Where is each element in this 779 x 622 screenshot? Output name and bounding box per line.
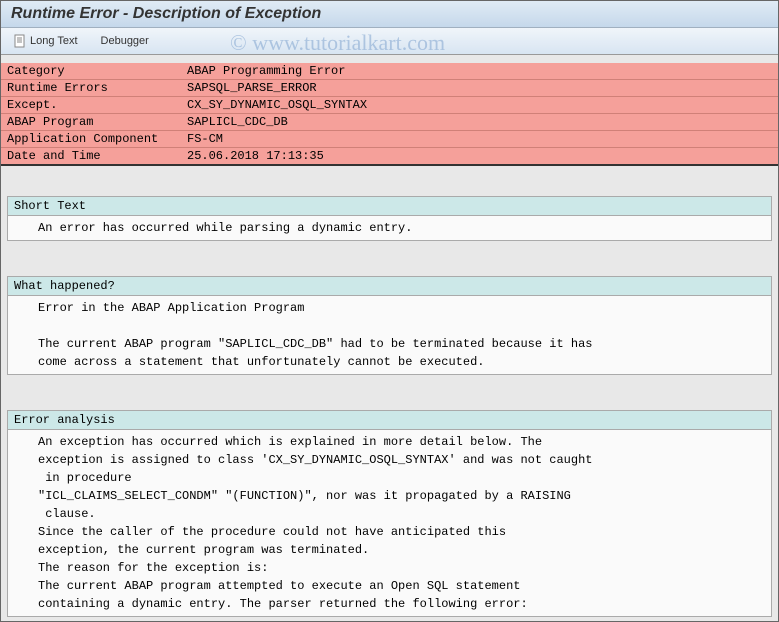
datetime-label: Date and Time <box>1 148 181 166</box>
except-value: CX_SY_DYNAMIC_OSQL_SYNTAX <box>181 97 778 114</box>
error-analysis-header: Error analysis <box>8 411 771 430</box>
abap-program-value: SAPLICL_CDC_DB <box>181 114 778 131</box>
what-happened-body: Error in the ABAP Application Program Th… <box>8 296 771 374</box>
app-component-label: Application Component <box>1 131 181 148</box>
short-text-section: Short Text An error has occurred while p… <box>7 196 772 241</box>
content-area: Category ABAP Programming Error Runtime … <box>1 63 778 617</box>
error-info-table: Category ABAP Programming Error Runtime … <box>1 63 778 166</box>
table-row: Category ABAP Programming Error <box>1 63 778 80</box>
runtime-errors-label: Runtime Errors <box>1 80 181 97</box>
table-row: Date and Time 25.06.2018 17:13:35 <box>1 148 778 166</box>
window-title: Runtime Error - Description of Exception <box>11 5 768 23</box>
debugger-button[interactable]: Debugger <box>97 33 153 49</box>
abap-program-label: ABAP Program <box>1 114 181 131</box>
app-component-value: FS-CM <box>181 131 778 148</box>
except-label: Except. <box>1 97 181 114</box>
long-text-button[interactable]: Long Text <box>9 32 82 50</box>
short-text-body: An error has occurred while parsing a dy… <box>8 216 771 240</box>
error-analysis-body: An exception has occurred which is expla… <box>8 430 771 616</box>
runtime-errors-value: SAPSQL_PARSE_ERROR <box>181 80 778 97</box>
debugger-label: Debugger <box>101 35 149 47</box>
document-icon <box>13 34 27 48</box>
datetime-value: 25.06.2018 17:13:35 <box>181 148 778 166</box>
category-label: Category <box>1 63 181 80</box>
toolbar: Long Text Debugger <box>1 28 778 55</box>
what-happened-section: What happened? Error in the ABAP Applica… <box>7 276 772 375</box>
table-row: Application Component FS-CM <box>1 131 778 148</box>
error-analysis-section: Error analysis An exception has occurred… <box>7 410 772 617</box>
error-window: Runtime Error - Description of Exception… <box>0 0 779 622</box>
long-text-label: Long Text <box>30 35 78 47</box>
short-text-header: Short Text <box>8 197 771 216</box>
table-row: Except. CX_SY_DYNAMIC_OSQL_SYNTAX <box>1 97 778 114</box>
table-row: Runtime Errors SAPSQL_PARSE_ERROR <box>1 80 778 97</box>
category-value: ABAP Programming Error <box>181 63 778 80</box>
what-happened-header: What happened? <box>8 277 771 296</box>
table-row: ABAP Program SAPLICL_CDC_DB <box>1 114 778 131</box>
title-bar: Runtime Error - Description of Exception <box>1 1 778 28</box>
